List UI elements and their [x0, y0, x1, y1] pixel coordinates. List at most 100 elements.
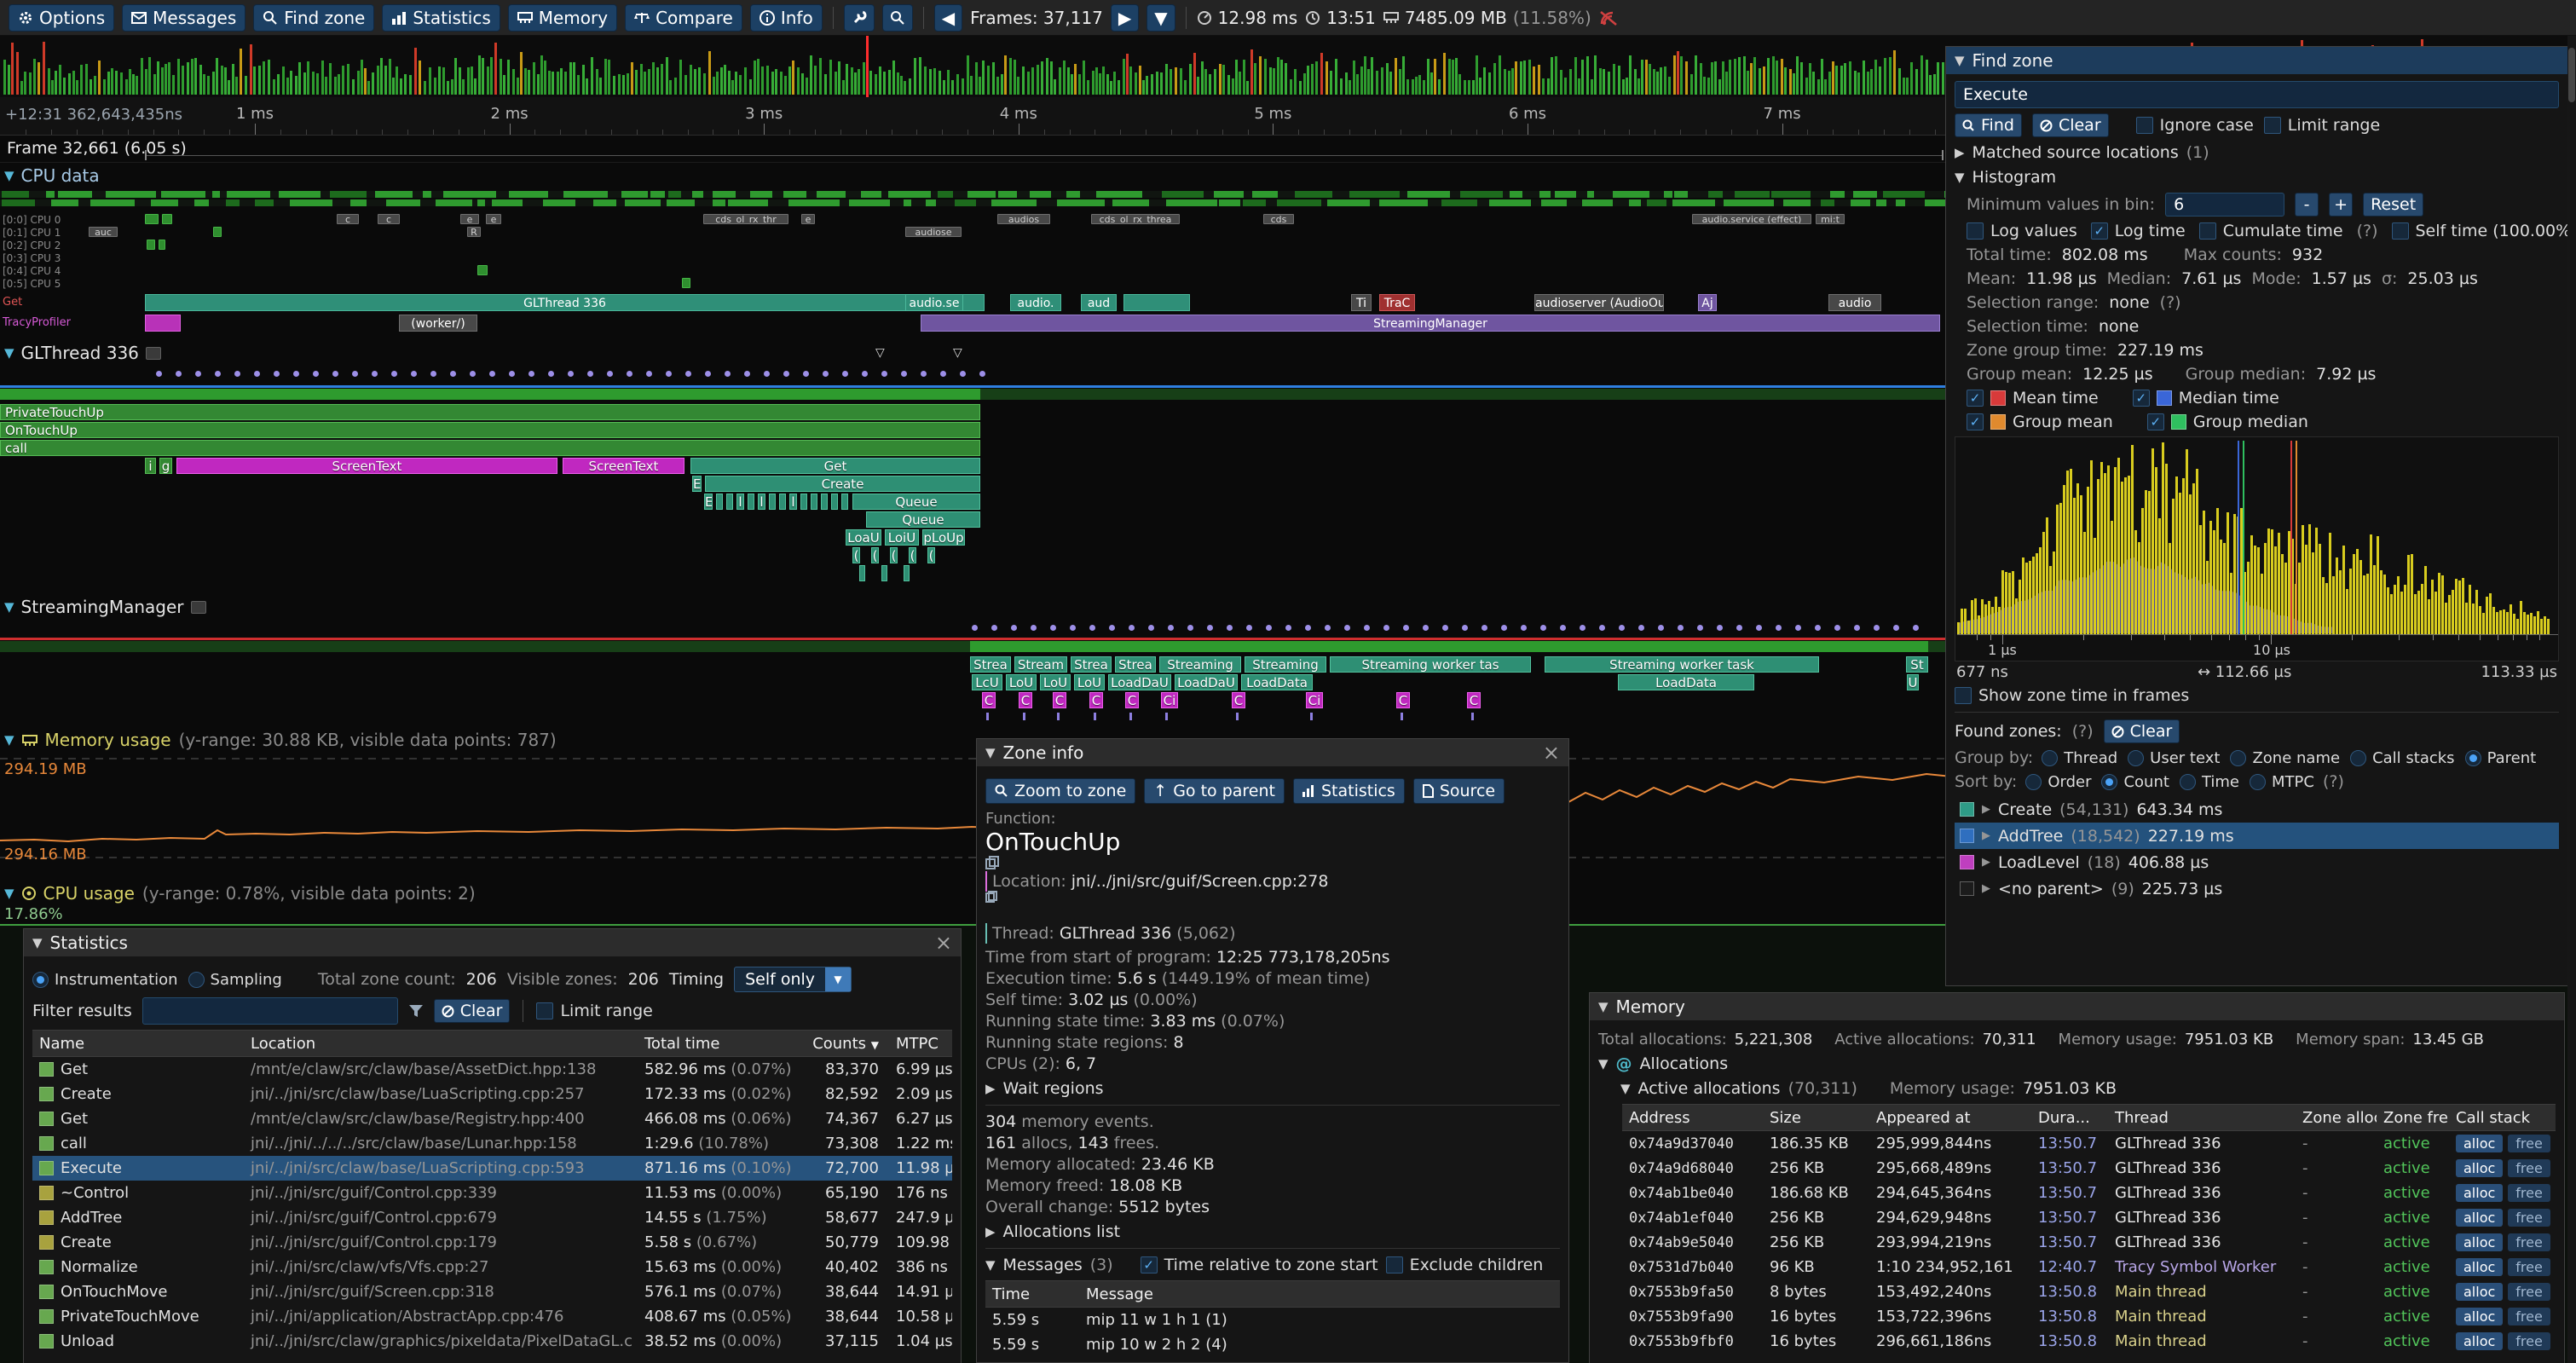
collapse-icon[interactable]: ▼ [4, 345, 14, 361]
message-dot[interactable] [1089, 625, 1095, 631]
zone-info-titlebar[interactable]: ▼ Zone info × [977, 739, 1568, 766]
help-hint[interactable]: (?) [2323, 772, 2344, 791]
message-dot[interactable] [783, 371, 789, 377]
statistics-row[interactable]: Unloadjni/../jni/src/claw/graphics/pixel… [32, 1329, 952, 1354]
timeline-zone[interactable]: Queue [866, 511, 980, 528]
filter-input[interactable] [142, 997, 398, 1025]
message-dot[interactable] [1717, 625, 1723, 631]
cpu-zone[interactable]: StreamingManager [921, 315, 1940, 332]
alloc-callstack-button[interactable]: alloc [2456, 1184, 2503, 1202]
free-callstack-button[interactable]: free [2508, 1233, 2550, 1251]
message-dot[interactable] [1756, 625, 1762, 631]
cpu-zone[interactable] [1123, 294, 1190, 311]
sort-by-order[interactable]: Order [2025, 773, 2091, 791]
alloc-callstack-button[interactable]: alloc [2456, 1283, 2503, 1301]
statistics-table-header[interactable]: Name Location Total time Counts ▼ MTPC [32, 1030, 952, 1057]
alloc-callstack-button[interactable]: alloc [2456, 1332, 2503, 1350]
message-dot[interactable] [972, 625, 978, 631]
cpu-zone[interactable]: GLThread 336 [145, 294, 985, 311]
timeline-zone[interactable]: LoadData [1618, 674, 1754, 690]
cpu-usage-header[interactable]: ▼ CPU usage (y-range: 0.78%, visible dat… [0, 883, 476, 904]
group-by-call-stacks[interactable]: Call stacks [2350, 749, 2455, 767]
timeline-zone[interactable]: LoU [1006, 674, 1037, 690]
message-dot[interactable] [1697, 625, 1703, 631]
timeline-zone[interactable]: C [1053, 692, 1066, 708]
collapse-icon[interactable]: ▼ [985, 745, 996, 760]
collapse-icon[interactable]: ▼ [1955, 53, 1965, 68]
memory-table-header[interactable]: Address Size Appeared at Dura... Thread … [1622, 1104, 2556, 1131]
message-dot[interactable] [1854, 625, 1860, 631]
timeline-zone[interactable]: l [789, 494, 797, 510]
alloc-callstack-button[interactable]: alloc [2456, 1258, 2503, 1276]
close-icon[interactable]: × [1543, 742, 1560, 763]
timing-combo[interactable]: Self only▼ [734, 967, 852, 992]
show-zone-time-checkbox[interactable]: Show zone time in frames [1955, 686, 2189, 705]
limit-range-checkbox[interactable]: Limit range [536, 1002, 652, 1020]
message-dot[interactable] [391, 371, 397, 377]
statistics-row[interactable]: PrivateTouchMovejni/../jni/application/A… [32, 1304, 952, 1329]
zone-location-row[interactable]: Location:jni/../jni/src/guif/Screen.cpp:… [985, 872, 1560, 921]
statistics-row[interactable]: AddTreejni/../jni/src/guif/Control.cpp:6… [32, 1205, 952, 1230]
find-button[interactable]: Find [1955, 113, 2022, 137]
message-dot[interactable] [646, 371, 652, 377]
message-dot[interactable] [450, 371, 456, 377]
allocation-row[interactable]: 0x7553b9fbf016 bytes296,661,186ns13:50.8… [1622, 1329, 2556, 1354]
group-by-user-text[interactable]: User text [2128, 749, 2220, 767]
statistics-row[interactable]: OnTouchMovejni/../jni/src/guif/Screen.cp… [32, 1279, 952, 1304]
message-dot[interactable] [1423, 625, 1429, 631]
message-dot[interactable] [1031, 625, 1037, 631]
tools-button[interactable] [844, 4, 875, 32]
legend-group-median[interactable]: ✓Group median [2147, 413, 2308, 431]
self-time-checkbox[interactable]: Self time (100.00%) [2392, 222, 2569, 240]
alloc-callstack-button[interactable]: alloc [2456, 1233, 2503, 1251]
cpu-zone[interactable]: c [378, 214, 400, 224]
timeline-zone[interactable]: E [692, 476, 702, 492]
vertical-scrollbar[interactable] [2567, 36, 2576, 1363]
message-dot[interactable] [705, 371, 711, 377]
cpu-zone[interactable]: audio.service (effect) [1692, 214, 1811, 224]
alloc-callstack-button[interactable]: alloc [2456, 1209, 2503, 1227]
timeline-zone[interactable]: LoadData [1241, 674, 1313, 690]
timeline-zone[interactable]: g [159, 458, 172, 474]
collapse-icon[interactable]: ▼ [4, 168, 14, 183]
memory-titlebar[interactable]: ▼ Memory [1590, 993, 2564, 1020]
messages-table-header[interactable]: Time Message [985, 1280, 1560, 1308]
message-dot[interactable] [234, 371, 240, 377]
timeline-zone[interactable]: Streaming [1159, 656, 1241, 673]
timeline-zone[interactable] [800, 494, 807, 510]
legend-median-time[interactable]: ✓Median time [2133, 389, 2279, 407]
info-button[interactable]: Info [750, 4, 823, 32]
timeline-zone[interactable]: U [1907, 674, 1919, 690]
group-by-parent[interactable]: Parent [2465, 749, 2537, 767]
group-by-zone-name[interactable]: Zone name [2230, 749, 2340, 767]
message-dot[interactable] [372, 371, 378, 377]
wait-regions-toggle[interactable]: ▶Wait regions [985, 1079, 1560, 1098]
message-dot[interactable] [1148, 625, 1154, 631]
allocation-row[interactable]: 0x7553b9fa9016 bytes153,722,396ns13:50.8… [1622, 1304, 2556, 1329]
message-dot[interactable] [901, 371, 907, 377]
message-dot[interactable] [1305, 625, 1311, 631]
cpu-zone[interactable]: e [460, 214, 479, 224]
frame-select-button[interactable]: ▼ [1146, 4, 1175, 32]
statistics-row[interactable]: ~Controljni/../jni/src/guif/Control.cpp:… [32, 1181, 952, 1205]
zone-thread-row[interactable]: Thread:GLThread 336(5,062) [985, 924, 1560, 943]
instrumentation-radio[interactable]: Instrumentation [32, 971, 178, 989]
message-dot[interactable] [1168, 625, 1174, 631]
timeline-zone[interactable]: PrivateTouchUp [0, 404, 980, 420]
message-dot[interactable] [823, 371, 829, 377]
timeline-zone[interactable]: LoU [1040, 674, 1071, 690]
allocation-row[interactable]: 0x7553b9fa508 bytes153,492,240ns13:50.8M… [1622, 1279, 2556, 1304]
timeline-zone[interactable] [779, 494, 786, 510]
message-row[interactable]: 5.59 smip 11 w 1 h 1 (1) [985, 1308, 1560, 1332]
statistics-row[interactable]: Normalizejni/../jni/src/claw/vfs/Vfs.cpp… [32, 1255, 952, 1279]
timeline-zone[interactable]: LoU [1074, 674, 1105, 690]
message-dot[interactable] [1266, 625, 1272, 631]
min-bin-input[interactable]: 6 [2165, 193, 2284, 217]
message-dot[interactable] [627, 371, 632, 377]
message-dot[interactable] [1070, 625, 1076, 631]
cumulate-time-checkbox[interactable]: Cumulate time [2199, 222, 2343, 240]
message-dot[interactable] [940, 371, 946, 377]
free-callstack-button[interactable]: free [2508, 1308, 2550, 1325]
timeline-zone[interactable] [769, 494, 776, 510]
cpu-zone[interactable]: audioserver (AudioOut_D) [1534, 294, 1664, 311]
